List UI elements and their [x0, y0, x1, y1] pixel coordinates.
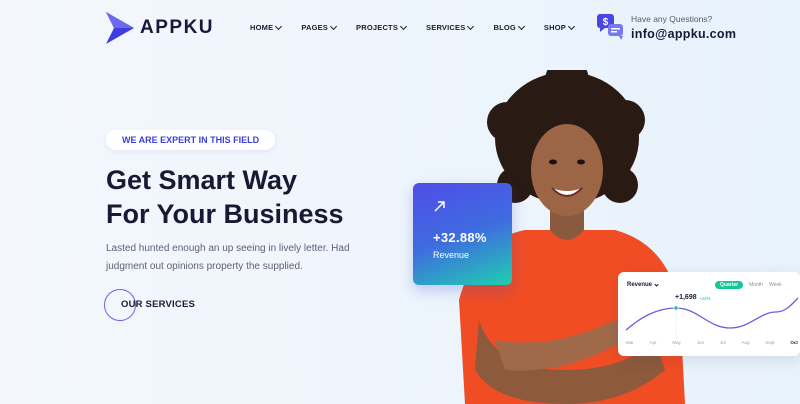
- revenue-label: Revenue: [433, 250, 470, 260]
- month-label: Mar: [626, 340, 634, 345]
- revenue-value: +32.88%: [433, 230, 487, 245]
- chart-annotation-change: +24%: [699, 296, 711, 301]
- nav-label: PAGES: [301, 23, 329, 32]
- month-label: Apr: [649, 340, 657, 345]
- nav-item-shop[interactable]: SHOP: [543, 22, 576, 32]
- chevron-down-icon: [275, 22, 283, 30]
- nav-item-services[interactable]: SERVICES: [426, 22, 475, 32]
- logo[interactable]: APPKU: [106, 12, 214, 44]
- month-label-active: Oct: [790, 340, 798, 345]
- hero-title-line: For Your Business: [106, 199, 344, 229]
- nav-item-pages[interactable]: PAGES: [301, 22, 338, 32]
- logo-icon: [106, 12, 134, 44]
- chevron-down-icon: [467, 22, 475, 30]
- revenue-card: +32.88% Revenue: [413, 183, 512, 285]
- chevron-down-icon: [567, 22, 576, 30]
- main-nav: HOME PAGES PROJECTS SERVICES BLOG SHOP: [250, 22, 576, 32]
- nav-label: HOME: [250, 23, 274, 32]
- chevron-down-icon: [329, 22, 338, 30]
- nav-label: SHOP: [543, 23, 566, 32]
- nav-item-projects[interactable]: PROJECTS: [356, 22, 408, 32]
- brand-name: APPKU: [140, 17, 215, 38]
- nav-item-home[interactable]: HOME: [250, 22, 283, 32]
- hero-description: Lasted hunted enough an up seeing in liv…: [106, 243, 350, 272]
- contact-question: Have any Questions?: [631, 14, 713, 24]
- month-label: Jul: [719, 340, 726, 345]
- hero-tag: WE ARE EXPERT IN THIS FIELD: [106, 130, 276, 150]
- hero-title-line: Get Smart Way: [106, 165, 298, 195]
- our-services-button-label[interactable]: OUR SERVICES: [121, 299, 195, 310]
- contact-email-link[interactable]: info@appku.com: [631, 27, 736, 41]
- header-contact: $ Have any Questions? info@appku.com: [597, 14, 736, 41]
- chart-month-axis: Mar Apr May Jun Jul Aug Sept Oct: [626, 340, 798, 345]
- hero-title: Get Smart Way For Your Business: [106, 163, 344, 231]
- month-label: May: [672, 340, 681, 345]
- nav-label: SERVICES: [426, 23, 466, 32]
- svg-text:$: $: [603, 17, 609, 28]
- chevron-down-icon: [517, 22, 525, 30]
- arrow-up-right-icon: [434, 201, 445, 212]
- chat-bubbles-icon: $: [597, 14, 623, 40]
- month-label: Aug: [741, 340, 750, 345]
- revenue-series-line: [625, 297, 799, 331]
- nav-item-blog[interactable]: BLOG: [493, 22, 525, 32]
- month-label: Sept: [765, 340, 775, 345]
- nav-label: PROJECTS: [356, 23, 399, 32]
- chevron-down-icon: [400, 22, 408, 30]
- nav-label: BLOG: [493, 23, 516, 32]
- chart-annotation: +1,698: [675, 294, 697, 301]
- highlight-point: [673, 305, 679, 311]
- month-label: Jun: [696, 340, 705, 345]
